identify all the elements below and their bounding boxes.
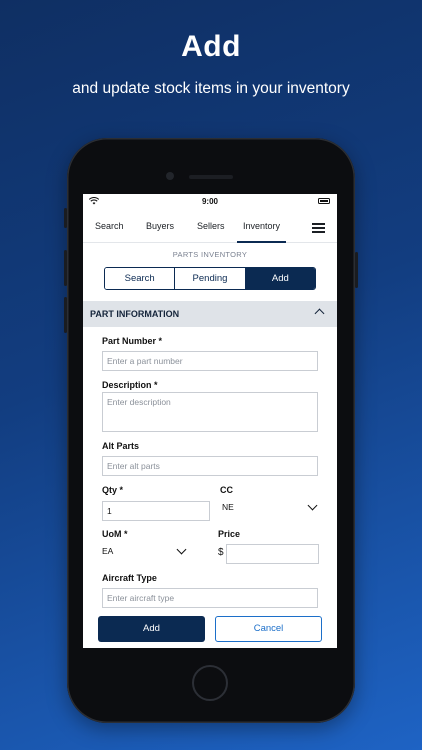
section-caption: PARTS INVENTORY [172, 250, 248, 259]
phone-volume-down [64, 297, 67, 333]
description-label: Description * [102, 380, 158, 390]
battery-icon [318, 198, 330, 204]
phone-home-button[interactable] [192, 665, 228, 701]
part-information-header[interactable]: PART INFORMATION [83, 301, 337, 327]
status-bar: 9:00 [83, 194, 337, 210]
cc-label: CC [220, 485, 233, 495]
top-nav: Search Buyers Sellers Inventory [83, 212, 337, 243]
phone-camera [166, 172, 174, 180]
segmented-control: Search Pending Add [104, 267, 316, 290]
nav-item-inventory[interactable]: Inventory [236, 221, 287, 243]
phone-volume-up [64, 250, 67, 286]
hero-subtitle: and update stock items in your inventory [72, 80, 350, 97]
phone-power-button [355, 252, 358, 288]
cc-select[interactable]: NE [222, 502, 234, 512]
qty-label: Qty * [102, 485, 124, 495]
phone-mute-switch [64, 208, 67, 228]
add-button[interactable]: Add [98, 616, 205, 642]
part-number-input[interactable]: Enter a part number [102, 351, 318, 371]
segment-add[interactable]: Add [245, 268, 315, 289]
accordion-title: PART INFORMATION [90, 309, 180, 319]
cancel-button[interactable]: Cancel [215, 616, 322, 642]
chevron-up-icon [314, 308, 325, 319]
aircraft-type-label: Aircraft Type [102, 573, 157, 583]
phone-speaker [189, 175, 233, 179]
price-input[interactable] [226, 544, 319, 564]
app-screen: 9:00 Search Buyers Sellers Inventory PAR… [83, 194, 337, 648]
segment-pending[interactable]: Pending [175, 268, 246, 289]
chevron-down-icon[interactable] [307, 500, 318, 511]
nav-item-search[interactable]: Search [95, 221, 124, 231]
part-number-label: Part Number * [102, 336, 163, 346]
uom-label: UoM * [102, 529, 128, 539]
price-label: Price [218, 529, 241, 539]
alt-parts-input[interactable]: Enter alt parts [102, 456, 318, 476]
alt-parts-label: Alt Parts [102, 441, 140, 451]
description-input[interactable]: Enter description [102, 392, 318, 432]
status-time: 9:00 [201, 197, 218, 206]
uom-select[interactable]: EA [102, 546, 113, 556]
segment-search[interactable]: Search [105, 268, 176, 289]
hamburger-menu-icon[interactable] [312, 223, 325, 233]
qty-input[interactable]: 1 [102, 501, 210, 521]
chevron-down-icon[interactable] [176, 544, 187, 555]
nav-item-buyers[interactable]: Buyers [146, 221, 174, 231]
nav-item-sellers[interactable]: Sellers [197, 221, 225, 231]
currency-symbol: $ [218, 547, 224, 558]
hero-title: Add [181, 30, 241, 63]
aircraft-type-input[interactable]: Enter aircraft type [102, 588, 318, 608]
